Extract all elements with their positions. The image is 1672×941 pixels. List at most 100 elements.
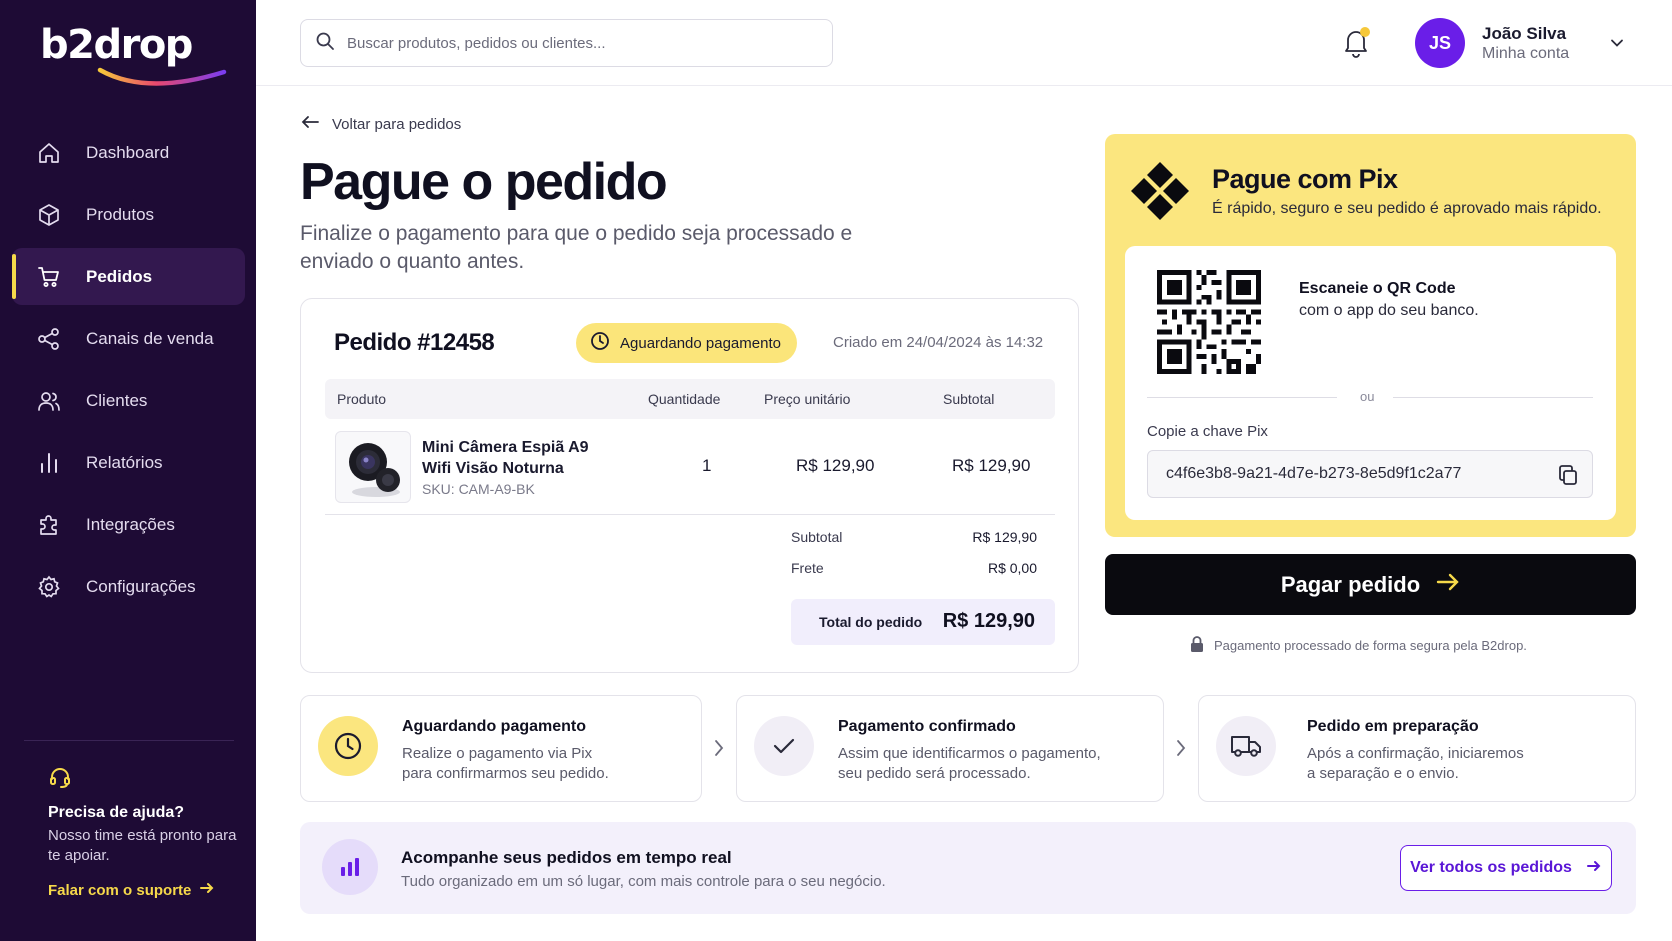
page-title: Pague o pedido (300, 153, 668, 211)
pix-subtitle: É rápido, seguro e seu pedido é aprovado… (1212, 200, 1602, 217)
order-card: Pedido #12458 Aguardando pagamento Criad… (300, 298, 1079, 673)
subtotal-row: Subtotal R$ 129,90 (791, 529, 1055, 545)
total-value: R$ 129,90 (942, 610, 1035, 632)
cart-icon (36, 264, 62, 290)
status-label: Aguardando pagamento (620, 334, 781, 352)
logo-swoosh (97, 67, 227, 86)
bell-icon (1342, 31, 1370, 62)
search-icon (315, 31, 335, 56)
column-subtotal: Subtotal (943, 391, 995, 407)
sidebar-item-label: Clientes (86, 390, 148, 410)
qr-title: Escaneie o QR Code (1299, 280, 1456, 297)
bar-chart-icon (36, 450, 62, 476)
sidebar-item-produtos[interactable]: Produtos (12, 186, 245, 243)
secure-note: Pagamento processado de forma segura pel… (1190, 636, 1527, 655)
sidebar-item-canais-de-venda[interactable]: Canais de venda (12, 310, 245, 367)
sidebar-item-integracoes[interactable]: Integrações (12, 496, 245, 553)
chevron-right-icon (713, 738, 725, 763)
page-subtitle: Finalize o pagamento para que o pedido s… (300, 222, 853, 273)
lock-icon (1190, 636, 1204, 655)
share-icon (36, 326, 62, 352)
pay-order-button[interactable]: Pagar pedido (1105, 554, 1636, 615)
sidebar-item-label: Dashboard (86, 142, 170, 162)
pix-key-input[interactable] (1166, 465, 1546, 483)
users-icon (36, 388, 62, 414)
check-icon (754, 716, 814, 776)
truck-icon (1216, 716, 1276, 776)
arrow-right-icon (1586, 858, 1602, 879)
brand-name: b2drop (40, 22, 193, 68)
camera-icon (349, 443, 400, 497)
pay-order-label: Pagar pedido (1280, 571, 1421, 597)
order-title: Pedido #12458 (334, 329, 495, 356)
view-all-orders-button[interactable]: Ver todos os pedidos (1400, 845, 1612, 891)
pix-title: Pague com Pix (1212, 164, 1398, 194)
back-link[interactable]: Voltar para pedidos (300, 114, 461, 134)
chevron-right-icon (1175, 738, 1187, 763)
sidebar-divider (24, 740, 234, 741)
brand-logo[interactable]: b2drop (40, 18, 227, 88)
table-row: Mini Câmera Espiã A9 Wifi Visão Noturna … (325, 429, 1055, 515)
step-description-line: seu pedido será processado. (838, 765, 1031, 782)
step-description-line: Realize o pagamento via Pix (402, 745, 593, 762)
step-title: Pagamento confirmado (838, 718, 1016, 735)
sidebar-item-dashboard[interactable]: Dashboard (12, 124, 245, 181)
pix-icon (1129, 160, 1191, 227)
step-description-line: a separação e o envio. (1307, 765, 1459, 782)
step-payment-confirmed: Pagamento confirmado Assim que identific… (736, 695, 1164, 802)
step-awaiting-payment: Aguardando pagamento Realize o pagamento… (300, 695, 702, 802)
product-sku: SKU: CAM-A9-BK (422, 481, 535, 497)
support-link[interactable]: Falar com o suporte (48, 880, 248, 900)
avatar[interactable]: JS (1415, 18, 1465, 68)
support-link-label: Falar com o suporte (48, 881, 192, 899)
arrow-left-icon (300, 114, 320, 134)
sidebar-item-relatorios[interactable]: Relatórios (12, 434, 245, 491)
total-label: Total do pedido (819, 614, 923, 630)
product-name[interactable]: Mini Câmera Espiã A9 Wifi Visão Noturna (422, 437, 622, 479)
clock-icon (318, 716, 378, 776)
chevron-down-icon[interactable] (1610, 36, 1624, 55)
column-unit-price: Preço unitário (764, 391, 851, 407)
account-link[interactable]: Minha conta (1482, 45, 1569, 63)
box-icon (36, 202, 62, 228)
sidebar-item-configuracoes[interactable]: Configurações (12, 558, 245, 615)
subtotal-value: R$ 129,90 (972, 529, 1037, 545)
view-all-orders-label: Ver todos os pedidos (1410, 859, 1572, 876)
step-description: Após a confirmação, iniciaremos a separa… (1307, 744, 1524, 784)
clock-icon (590, 331, 610, 355)
puzzle-icon (36, 512, 62, 538)
bar-chart-icon (322, 839, 378, 895)
sidebar-nav: Dashboard Produtos Pedidos Canais de ven… (12, 124, 245, 620)
notification-dot (1360, 27, 1370, 37)
pix-card: Pague com Pix É rápido, seguro e seu ped… (1105, 134, 1636, 537)
sidebar-item-pedidos[interactable]: Pedidos (12, 248, 245, 305)
sidebar-item-label: Produtos (86, 204, 155, 224)
headset-icon (48, 768, 72, 793)
step-description: Assim que identificarmos o pagamento, se… (838, 744, 1101, 784)
sidebar-item-label: Relatórios (86, 452, 163, 472)
column-product: Produto (337, 391, 387, 407)
step-description-line: Após a confirmação, iniciaremos (1307, 745, 1524, 762)
pix-key-field[interactable] (1147, 450, 1593, 498)
tracking-banner: Acompanhe seus pedidos em tempo real Tud… (300, 822, 1636, 914)
or-label: ou (1360, 389, 1375, 404)
product-quantity: 1 (702, 456, 712, 475)
divider (1393, 397, 1593, 398)
step-title: Aguardando pagamento (402, 718, 587, 735)
step-description-line: para confirmarmos seu pedido. (402, 765, 609, 782)
search-box[interactable] (300, 19, 833, 67)
shipping-row: Frete R$ 0,00 (791, 560, 1055, 576)
status-badge: Aguardando pagamento (576, 323, 797, 363)
notifications-button[interactable] (1342, 27, 1372, 58)
help-text: Nosso time está pronto para te apoiar. (48, 827, 237, 864)
top-header: JS João Silva Minha conta (256, 0, 1672, 86)
help-title: Precisa de ajuda? (48, 804, 185, 821)
copy-icon[interactable] (1556, 463, 1580, 487)
shipping-label: Frete (791, 560, 824, 576)
sidebar-item-clientes[interactable]: Clientes (12, 372, 245, 429)
shipping-value: R$ 0,00 (987, 560, 1037, 576)
arrow-right-icon (199, 880, 215, 900)
help-box: Precisa de ajuda? Nosso time está pronto… (48, 765, 248, 900)
user-name[interactable]: João Silva (1482, 24, 1566, 44)
search-input[interactable] (347, 34, 807, 52)
